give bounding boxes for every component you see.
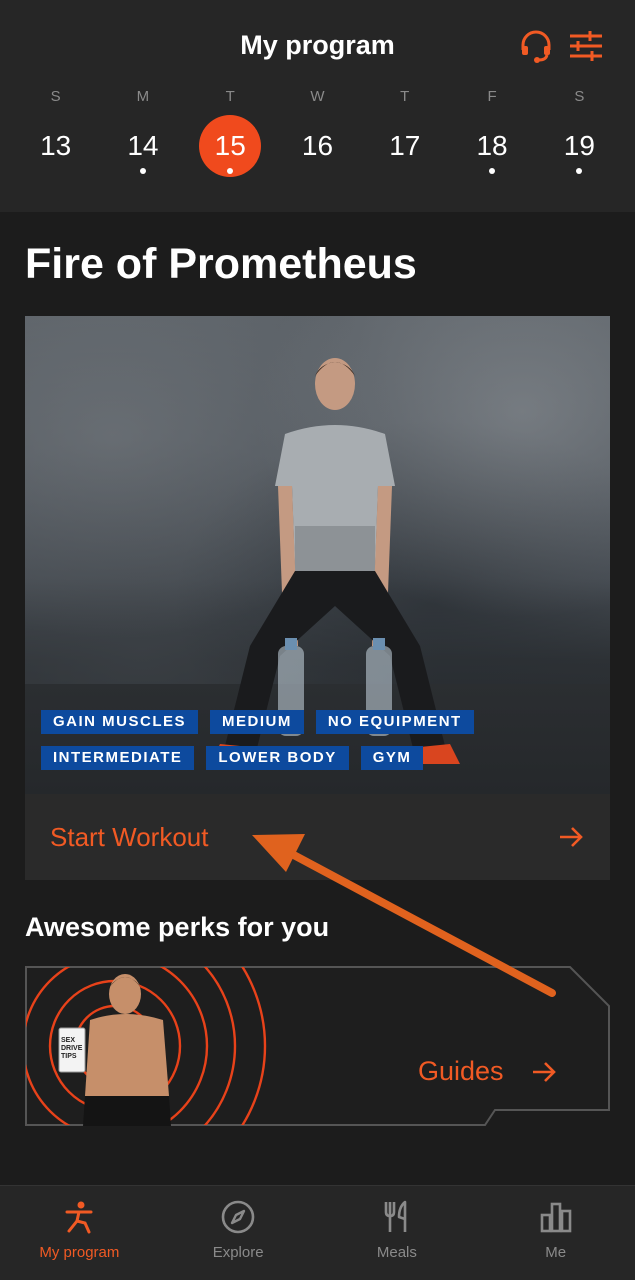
day-item[interactable]: T 17 [361, 86, 448, 186]
day-of-week: T [400, 88, 410, 105]
day-number: 14 [127, 130, 159, 161]
compass-icon [221, 1200, 255, 1234]
tab-label: Meals [376, 1244, 417, 1261]
fork-knife-icon [384, 1200, 407, 1232]
arrow-right-icon [560, 827, 583, 847]
activity-dot [139, 168, 146, 174]
day-number: 16 [301, 130, 334, 161]
day-item[interactable]: W 16 [274, 86, 361, 186]
bar-chart-icon [540, 1202, 571, 1233]
tab-meals[interactable]: Meals [318, 1186, 477, 1280]
day-item[interactable]: M 14 [99, 86, 186, 186]
day-number: 17 [389, 130, 421, 161]
week-calendar: S 13 M 14 T 15 W 16 T 17 F 18 S 19 [12, 86, 623, 186]
guides-label: Guides [418, 1056, 504, 1086]
arrow-right-icon [533, 1062, 556, 1082]
headset-icon[interactable] [518, 28, 554, 64]
tag-badge: MEDIUM [210, 710, 304, 734]
tag-row: INTERMEDIATE LOWER BODY GYM [41, 746, 601, 770]
bottom-tab-bar: My program Explore Meals Me [0, 1185, 635, 1280]
tag-badge: GYM [360, 746, 424, 770]
day-item-selected[interactable]: T 15 [187, 86, 274, 186]
tab-explore[interactable]: Explore [159, 1186, 318, 1280]
day-item[interactable]: S 13 [12, 86, 99, 186]
book-title-text: DRIVE [61, 1045, 83, 1052]
day-of-week: S [574, 88, 585, 105]
day-number-wrap[interactable]: 17 [374, 115, 436, 177]
day-number: 13 [40, 130, 72, 161]
start-workout-label: Start Workout [50, 821, 209, 852]
day-number-wrap[interactable]: 13 [25, 115, 87, 177]
day-of-week: W [310, 88, 325, 105]
tab-label: Explore [212, 1244, 264, 1261]
day-number-wrap[interactable]: 16 [286, 115, 348, 177]
header: My program S 13 M 14 T 15 W 16 T 17 F 18… [0, 0, 635, 212]
start-workout-button[interactable]: Start Workout [25, 794, 610, 880]
day-number: 15 [214, 130, 246, 161]
workout-card[interactable]: GAIN MUSCLES MEDIUM NO EQUIPMENT INTERME… [25, 316, 610, 880]
tab-label: My program [39, 1244, 120, 1261]
day-of-week: S [50, 88, 61, 105]
day-number: 19 [563, 130, 595, 161]
tag-badge: NO EQUIPMENT [315, 710, 474, 734]
perk-model-image: SEX DRIVE TIPS [58, 974, 171, 1126]
workout-photo: GAIN MUSCLES MEDIUM NO EQUIPMENT INTERME… [25, 316, 610, 794]
tag-badge: LOWER BODY [206, 746, 349, 770]
book-title-text: SEX [61, 1037, 75, 1044]
tag-badge: GAIN MUSCLES [41, 710, 199, 734]
day-of-week: T [225, 88, 235, 105]
book-title-text: TIPS [61, 1053, 77, 1060]
filters-icon[interactable] [568, 28, 604, 64]
day-item[interactable]: S 19 [536, 86, 623, 186]
perks-title: Awesome perks for you [25, 912, 330, 942]
workout-tags: GAIN MUSCLES MEDIUM NO EQUIPMENT INTERME… [41, 710, 601, 782]
program-title: Fire of Prometheus [25, 240, 417, 288]
tab-my-program[interactable]: My program [0, 1186, 159, 1280]
day-of-week: F [487, 88, 497, 105]
activity-dot [489, 168, 496, 174]
day-number: 18 [476, 130, 508, 161]
tag-row: GAIN MUSCLES MEDIUM NO EQUIPMENT [41, 710, 601, 734]
workout-person-icon [65, 1201, 93, 1234]
tab-me[interactable]: Me [476, 1186, 635, 1280]
tag-badge: INTERMEDIATE [41, 746, 195, 770]
guides-perk-card[interactable]: SEX DRIVE TIPS Guides [25, 966, 610, 1126]
day-of-week: M [136, 88, 150, 105]
tab-label: Me [545, 1244, 567, 1261]
day-item[interactable]: F 18 [448, 86, 535, 186]
